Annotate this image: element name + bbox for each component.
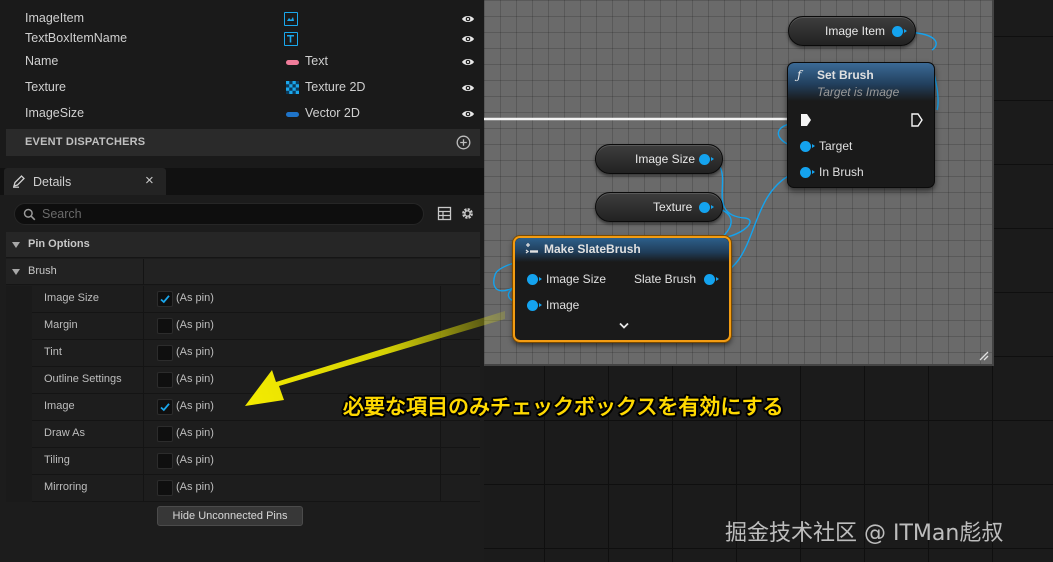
annotation-arrow-icon (245, 311, 505, 406)
watermark: 掘金技术社区 @ ITMan彪叔 (725, 521, 1004, 546)
annotation-text: 必要な項目のみチェックボックスを有効にする (343, 395, 784, 419)
